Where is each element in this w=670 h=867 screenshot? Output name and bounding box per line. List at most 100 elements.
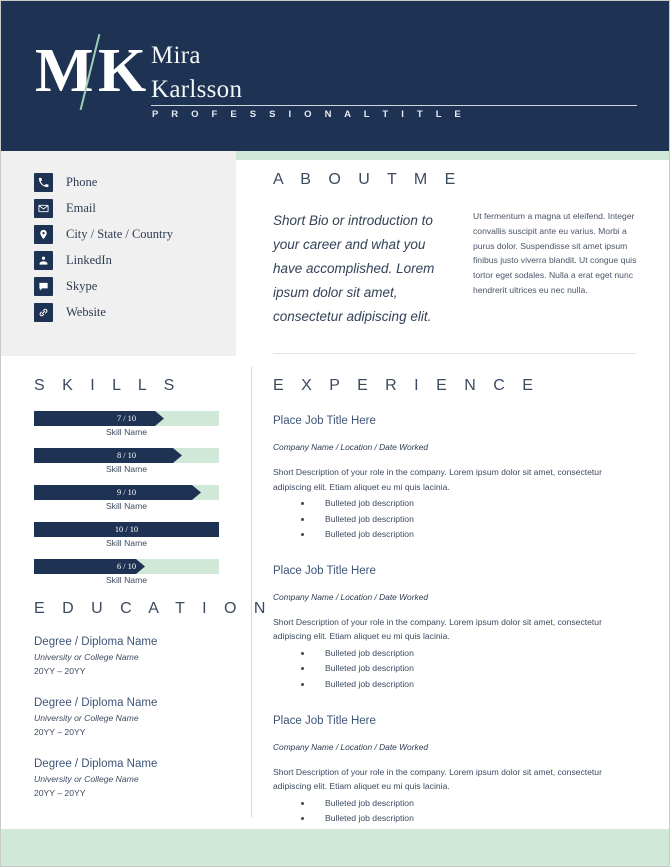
contact-label-phone: Phone [66, 174, 98, 189]
education-years: 20YY – 20YY [34, 788, 86, 798]
skills-heading: S K I L L S [34, 377, 181, 394]
skill-item: 6 / 10 Skill Name [34, 559, 234, 587]
education-degree: Degree / Diploma Name [34, 697, 158, 709]
education-item: Degree / Diploma Name University or Colle… [34, 634, 234, 678]
skill-item: 7 / 10 Skill Name [34, 411, 234, 439]
contact-item-location[interactable]: City / State / Country [34, 224, 173, 244]
experience-section: E X P E R I E N C E Place Job Title Here… [273, 377, 636, 862]
contact-label-email: Email [66, 200, 96, 215]
skill-value-label: 8 / 10 [116, 451, 137, 460]
skill-name-label: Skill Name [105, 464, 148, 474]
skill-bar-track: 7 / 10 [34, 411, 219, 426]
monogram-second-initial: K [98, 37, 146, 105]
education-degree: Degree / Diploma Name [34, 636, 158, 648]
skill-value-label: 9 / 10 [116, 488, 137, 497]
skill-bar-track: 8 / 10 [34, 448, 219, 463]
skills-list: 7 / 10 Skill Name 8 / 10 Skill Name 9 / 10 Sk… [34, 411, 234, 587]
experience-item: Place Job Title Here Company Name / Locat… [273, 413, 636, 543]
skill-value-label: 10 / 10 [114, 525, 139, 534]
skill-value-label: 6 / 10 [116, 562, 137, 571]
skill-item: 8 / 10 Skill Name [34, 448, 234, 476]
skill-item: 10 / 10 Skill Name [34, 522, 234, 550]
contact-panel: Phone Email City / State / Country Linke… [1, 151, 236, 356]
contact-item-skype[interactable]: Skype [34, 277, 173, 297]
education-school: University or College Name [34, 652, 139, 662]
experience-list: Place Job Title Here Company Name / Locat… [273, 413, 636, 842]
about-section: A B O U T M E Short Bio or introduction … [273, 171, 638, 329]
education-heading: E D U C A T I O N [34, 600, 272, 617]
experience-bullet: Bulleted job description [273, 677, 636, 693]
education-section: E D U C A T I O N Degree / Diploma Name U… [34, 600, 272, 817]
education-years: 20YY – 20YY [34, 727, 86, 737]
experience-meta: Company Name / Location / Date Worked [273, 591, 429, 602]
experience-bullet: Bulleted job description [273, 661, 636, 677]
last-name: Karlsson [151, 76, 243, 103]
location-pin-icon [34, 224, 53, 244]
experience-heading: E X P E R I E N C E [273, 377, 540, 394]
resume-header: M K Mira Karlsson P R O F E S S I O N A … [1, 1, 669, 151]
name-block: Mira Karlsson [151, 39, 641, 107]
education-item: Degree / Diploma Name University or Colle… [34, 756, 234, 800]
experience-meta: Company Name / Location / Date Worked [273, 741, 429, 752]
education-school: University or College Name [34, 713, 139, 723]
education-list: Degree / Diploma Name University or Colle… [34, 634, 234, 800]
experience-item: Place Job Title Here Company Name / Locat… [273, 563, 636, 693]
skill-name-label: Skill Name [105, 575, 148, 585]
experience-meta: Company Name / Location / Date Worked [273, 442, 429, 452]
linkedin-person-icon [34, 251, 53, 271]
education-school: University or College Name [34, 774, 139, 784]
column-divider [251, 367, 252, 817]
skill-name-label: Skill Name [105, 427, 148, 437]
accent-strip [236, 151, 669, 160]
skill-name-label: Skill Name [105, 538, 148, 548]
about-columns: Short Bio or introduction to your career… [273, 209, 638, 329]
contact-item-website[interactable]: Website [34, 303, 173, 323]
phone-icon [34, 172, 53, 192]
experience-description: Short Description of your role in the co… [273, 766, 602, 792]
about-heading: A B O U T M E [273, 171, 462, 188]
skill-value-label: 7 / 10 [116, 414, 137, 423]
experience-description: Short Description of your role in the co… [273, 616, 602, 642]
skill-bar-track: 9 / 10 [34, 485, 219, 500]
experience-job-title: Place Job Title Here [273, 714, 376, 727]
contact-label-linkedin: LinkedIn [66, 253, 112, 268]
footer-accent-bar [1, 829, 669, 866]
about-body-text: Ut fermentum a magna ut eleifend. Intege… [473, 211, 637, 295]
monogram-logo: M K [35, 33, 146, 111]
contact-label-location: City / State / Country [66, 226, 173, 241]
first-name: Mira [151, 42, 201, 69]
experience-job-title: Place Job Title Here [273, 415, 376, 427]
experience-bullet: Bulleted job description [273, 796, 636, 812]
skill-item: 9 / 10 Skill Name [34, 485, 234, 513]
contact-label-skype: Skype [66, 279, 98, 294]
education-years: 20YY – 20YY [34, 666, 86, 676]
experience-bullet-list: Bulleted job description Bulleted job des… [273, 646, 636, 693]
contact-item-linkedin[interactable]: LinkedIn [34, 251, 173, 271]
experience-bullet: Bulleted job description [273, 527, 636, 543]
contact-item-phone[interactable]: Phone [34, 172, 173, 192]
resume-page: M K Mira Karlsson P R O F E S S I O N A … [0, 0, 670, 867]
education-degree: Degree / Diploma Name [34, 758, 158, 770]
contact-list: Phone Email City / State / Country Linke… [34, 172, 173, 329]
email-icon [34, 198, 53, 218]
experience-bullet: Bulleted job description [273, 646, 636, 662]
contact-item-email[interactable]: Email [34, 198, 173, 218]
experience-bullet-list: Bulleted job description Bulleted job des… [273, 496, 636, 543]
header-divider [151, 105, 637, 106]
skill-bar-track: 6 / 10 [34, 559, 219, 574]
skills-section: S K I L L S 7 / 10 Skill Name 8 / 10 Skill … [34, 377, 234, 596]
experience-bullet: Bulleted job description [273, 811, 636, 827]
skill-bar-track: 10 / 10 [34, 522, 219, 537]
professional-title: P R O F E S S I O N A L T I T L E [152, 109, 466, 120]
contact-label-website: Website [66, 305, 106, 320]
about-bio-text: Short Bio or introduction to your career… [273, 213, 435, 324]
experience-bullet: Bulleted job description [273, 496, 636, 512]
skype-chat-icon [34, 277, 53, 297]
experience-job-title: Place Job Title Here [273, 564, 376, 577]
website-link-icon [34, 303, 53, 323]
experience-bullet: Bulleted job description [273, 512, 636, 528]
skill-name-label: Skill Name [105, 501, 148, 511]
about-divider [273, 353, 636, 354]
experience-item: Place Job Title Here Company Name / Locat… [273, 713, 636, 843]
education-item: Degree / Diploma Name University or Colle… [34, 695, 234, 739]
